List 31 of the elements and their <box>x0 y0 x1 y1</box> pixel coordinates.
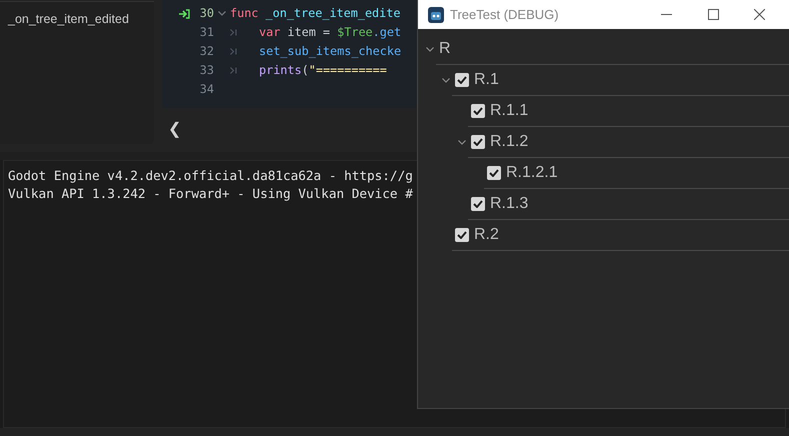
code-line: prints("========== <box>259 62 387 79</box>
close-icon[interactable] <box>754 9 765 20</box>
code-editor[interactable]: 30 func _on_tree_item_edite 31 var item = $Tree.get 32 set_sub_items_checke 33 prints("========== 34 <box>162 0 417 108</box>
tree-item-label[interactable]: R.1.2 <box>490 130 528 154</box>
checkbox[interactable] <box>471 135 485 149</box>
method-list-item[interactable]: _on_tree_item_edited <box>8 12 129 26</box>
tree-item-label[interactable]: R.1.1 <box>490 99 528 123</box>
line-number: 32 <box>198 42 214 60</box>
window-title: TreeTest (DEBUG) <box>450 6 559 24</box>
code-line: var item = $Tree.get <box>259 24 402 41</box>
line-number: 30 <box>198 4 214 22</box>
tree-item-label[interactable]: R.2 <box>474 223 499 247</box>
checkbox[interactable] <box>455 73 469 87</box>
app-icon <box>428 6 444 22</box>
line-number: 33 <box>198 62 214 79</box>
line-number: 31 <box>198 24 214 41</box>
code-line: func _on_tree_item_edite <box>230 4 400 22</box>
output-line: Godot Engine v4.2.dev2.official.da81ca62a - https://g <box>8 167 413 185</box>
tree-item-label[interactable]: R.1.3 <box>490 192 528 216</box>
checkbox[interactable] <box>471 197 485 211</box>
code-line: set_sub_items_checke <box>259 42 402 60</box>
maximize-icon[interactable] <box>708 9 719 20</box>
output-line: Vulkan API 1.3.242 - Forward+ - Using Vulkan Device # <box>8 185 413 203</box>
checkbox[interactable] <box>487 166 501 180</box>
tree-item-label[interactable]: R.1 <box>474 68 499 92</box>
checkbox[interactable] <box>455 228 469 242</box>
line-number: 34 <box>198 80 214 98</box>
tree-item-label[interactable]: R <box>439 37 451 61</box>
tree-item-label[interactable]: R.1.2.1 <box>506 161 558 185</box>
scroll-left-button[interactable]: ❮ <box>168 118 181 142</box>
checkbox[interactable] <box>471 104 485 118</box>
